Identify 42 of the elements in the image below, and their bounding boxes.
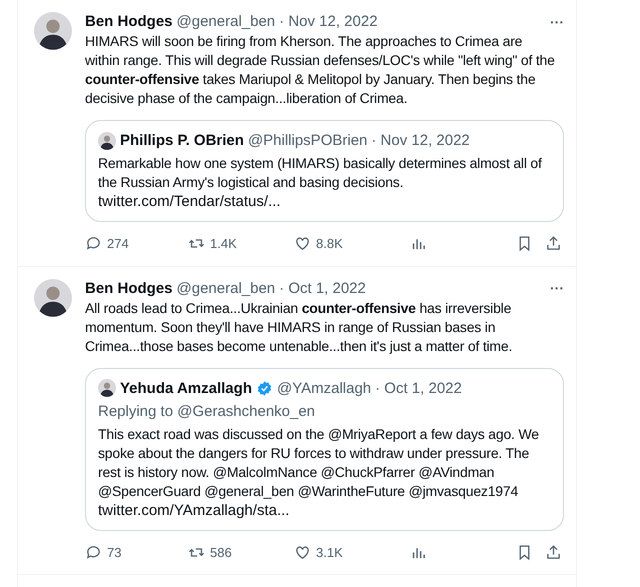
tweet-date[interactable]: · Oct 1, 2022 [279, 278, 366, 298]
quote-author-handle: @PhillipsPOBrien [248, 131, 368, 150]
reply-button[interactable]: 73 [85, 542, 122, 562]
quote-author-name: Phillips P. OBrien [120, 131, 244, 150]
quote-date: · Oct 1, 2022 [375, 378, 462, 398]
replying-to-text: Replying to @Gerashchenko_en [98, 402, 316, 420]
quote-date: · Nov 12, 2022 [371, 131, 470, 150]
speech-bubble-icon [85, 235, 102, 252]
quote-link[interactable]: twitter.com/Tendar/status/... [98, 192, 551, 211]
more-button[interactable]: ··· [550, 14, 564, 28]
like-button[interactable]: 8.8K [294, 234, 343, 254]
heart-icon [294, 235, 311, 252]
author-handle[interactable]: @general_ben [176, 278, 276, 298]
verified-badge-icon [256, 380, 273, 396]
tweet-text: HIMARS will soon be firing from Kherson. The approaches to Crimea are within range. This will degrade Russian defenses/LOC's while "left wing" of the counter-offensive takes Mariupol & Melitopol by January. Then begins the decisive phase of the campaign...liberation of Crimea. [85, 32, 556, 108]
quote-text: This exact road was discussed on the @MriyaReport a few days ago. We spoke about the dangers for RU forces to withdraw under pressure. The rest is history now. @MalcolmNance @ChuckPfarrer @AVindman @SpencerGuard @general_ben @WarintheFuture @jmvasquez1974 [98, 424, 540, 500]
author-name[interactable]: Ben Hodges [85, 12, 173, 31]
avatar-icon [34, 278, 72, 316]
repost-button[interactable]: 586 [188, 542, 232, 562]
tweet-text: All roads lead to Crimea...Ukrainian counter-offensive has irreversible momentum. Soon they'll have HIMARS in range of Russian bases in Crimea...those bases become untenable...then it's just a matter of time. [85, 298, 514, 356]
share-icon [545, 544, 562, 561]
quote-text: Remarkable how one system (HIMARS) basically determines almost all of the Russian Army's logistical and basing decisions. [98, 154, 543, 192]
heart-icon [294, 544, 311, 561]
share-button[interactable] [545, 544, 562, 561]
tweet-date[interactable]: · Nov 12, 2022 [279, 12, 378, 31]
quote-card[interactable] [85, 368, 564, 530]
author-handle[interactable]: @general_ben [176, 12, 276, 31]
quote-link[interactable]: twitter.com/YAmzallagh/sta... [98, 500, 551, 520]
speech-bubble-icon [85, 544, 102, 561]
avatar-icon [98, 379, 116, 397]
reply-button[interactable]: 274 [85, 234, 129, 254]
share-button[interactable] [545, 235, 562, 252]
avatar-icon [34, 12, 72, 50]
share-icon [545, 235, 562, 252]
avatar-icon [98, 132, 116, 150]
quote-author-handle: @YAmzallagh [276, 378, 372, 398]
repost-button[interactable]: 1.4K [188, 234, 237, 254]
quote-card[interactable] [85, 120, 564, 222]
quote-author-name: Yehuda Amzallagh [120, 378, 252, 398]
more-button[interactable]: ··· [550, 281, 564, 295]
author-name[interactable]: Ben Hodges [85, 278, 173, 298]
like-button[interactable]: 3.1K [294, 542, 343, 562]
